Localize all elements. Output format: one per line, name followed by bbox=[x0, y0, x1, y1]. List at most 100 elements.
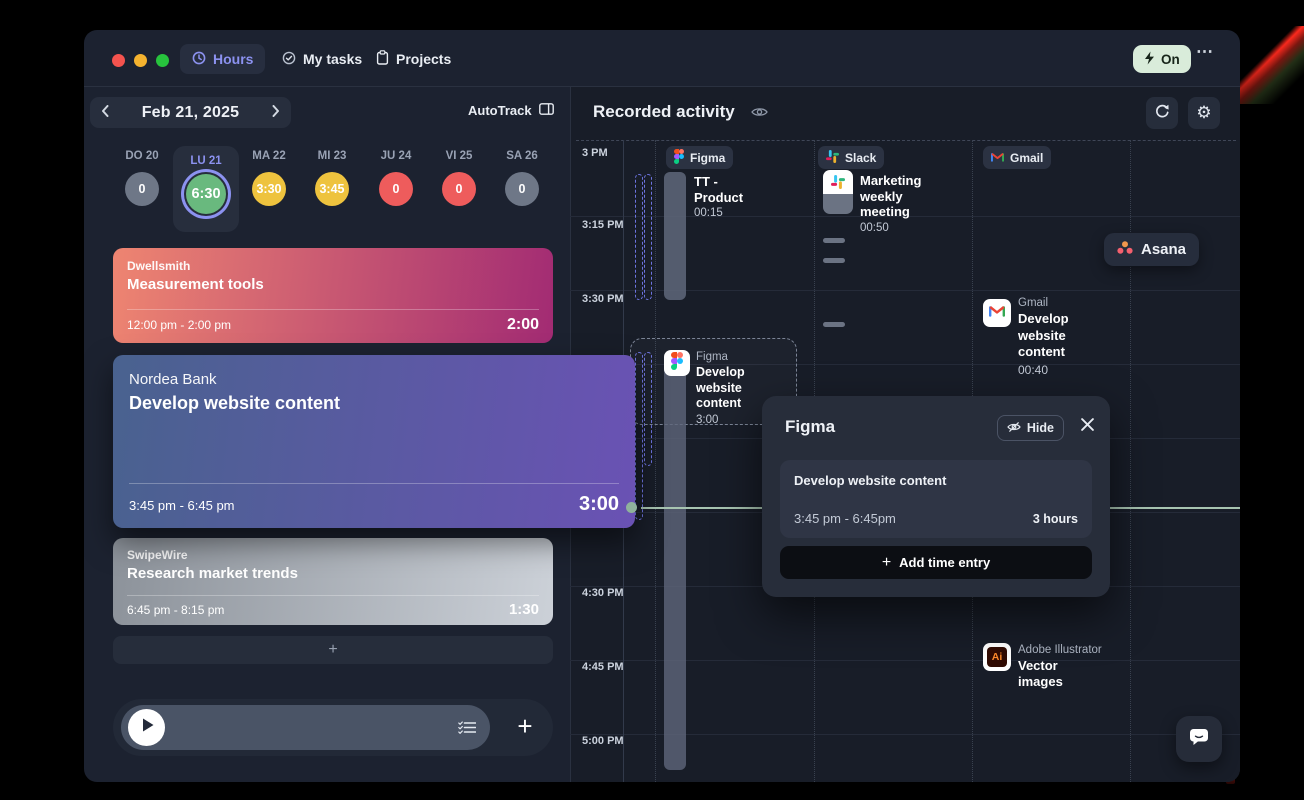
activity-bar-figma-2[interactable] bbox=[664, 352, 686, 770]
date-navigator[interactable]: Feb 21, 2025 bbox=[90, 97, 291, 128]
recorded-activity-title: Recorded activity bbox=[593, 102, 735, 122]
recorded-activity-tick bbox=[635, 174, 643, 300]
lightning-bolt-icon bbox=[1144, 51, 1155, 68]
zoom-window-button[interactable] bbox=[156, 54, 169, 67]
day-total-badge: 6:30 bbox=[186, 174, 226, 214]
autotrack-panel-toggle[interactable]: AutoTrack bbox=[468, 103, 554, 118]
chevron-left-icon[interactable] bbox=[101, 104, 109, 122]
activity-title: Develop website content bbox=[1018, 311, 1084, 361]
plus-icon: + bbox=[328, 641, 337, 659]
grid-column-line bbox=[655, 140, 656, 782]
tab-my-tasks[interactable]: My tasks bbox=[270, 44, 374, 74]
activity-popup: Figma Hide Develop website content 3:45 … bbox=[762, 396, 1110, 597]
activity-bar-figma-1[interactable] bbox=[664, 172, 686, 300]
activity-icon-figma[interactable] bbox=[664, 350, 690, 376]
time-label: 4:45 PM bbox=[582, 661, 634, 673]
activity-title: Develop website content bbox=[696, 365, 762, 412]
tab-my-tasks-label: My tasks bbox=[303, 51, 362, 67]
activity-icon-slack[interactable] bbox=[823, 170, 853, 214]
day-label: DO 20 bbox=[125, 150, 158, 162]
refresh-button[interactable] bbox=[1146, 97, 1178, 129]
plus-icon: + bbox=[882, 554, 891, 572]
task-list-icon[interactable] bbox=[458, 721, 476, 739]
entry-task: Research market trends bbox=[127, 565, 553, 582]
day-label: LU 21 bbox=[190, 155, 221, 167]
figma-icon bbox=[674, 149, 684, 167]
day-sat-26[interactable]: SA 260 bbox=[490, 150, 554, 206]
time-label: 4:30 PM bbox=[582, 587, 634, 599]
eye-off-icon bbox=[1007, 421, 1021, 436]
gmail-icon bbox=[989, 304, 1005, 322]
minimize-window-button[interactable] bbox=[134, 54, 147, 67]
entry-divider bbox=[127, 595, 539, 596]
activity-icon-gmail[interactable] bbox=[983, 299, 1011, 327]
entry-time-range: 12:00 pm - 2:00 pm bbox=[127, 318, 231, 332]
app-window: Hours My tasks Projects On ⋯ Feb 21, 202… bbox=[84, 30, 1240, 782]
day-mon-21[interactable]: LU 21 6:30 bbox=[173, 146, 239, 232]
activity-figma-develop[interactable]: Figma Develop website content 3:00 bbox=[696, 351, 762, 426]
entry-task: Develop website content bbox=[129, 393, 635, 414]
entry-divider bbox=[127, 309, 539, 310]
popup-time-range: 3:45 pm - 6:45pm bbox=[794, 511, 896, 526]
time-label: 3:15 PM bbox=[582, 219, 634, 231]
entry-duration: 2:00 bbox=[507, 316, 539, 334]
popup-title: Figma bbox=[785, 417, 835, 437]
tab-projects[interactable]: Projects bbox=[364, 44, 463, 74]
hide-app-button[interactable]: Hide bbox=[997, 415, 1064, 441]
app-chip-label: Figma bbox=[690, 151, 725, 165]
entry-divider bbox=[129, 483, 619, 484]
popup-entry-summary: Develop website content 3:45 pm - 6:45pm… bbox=[780, 460, 1092, 538]
add-time-entry-button[interactable]: + Add time entry bbox=[780, 546, 1092, 579]
day-label: JU 24 bbox=[381, 150, 412, 162]
day-tue-22[interactable]: MA 223:30 bbox=[237, 150, 301, 206]
adobe-illustrator-icon: Ai bbox=[987, 647, 1007, 667]
day-thu-20[interactable]: DO 200 bbox=[110, 150, 174, 206]
activity-slack-meeting[interactable]: Marketing weekly meeting 00:50 bbox=[860, 173, 946, 234]
entry-client: SwipeWire bbox=[127, 548, 553, 562]
chat-support-button[interactable] bbox=[1176, 716, 1222, 762]
app-chip-asana[interactable]: Asana bbox=[1104, 233, 1199, 266]
timer-input[interactable] bbox=[121, 705, 490, 750]
time-entry-card-swipewire[interactable]: SwipeWire Research market trends 6:45 pm… bbox=[113, 538, 553, 625]
activity-icon-illustrator[interactable]: Ai bbox=[983, 643, 1011, 671]
activity-title: Vector images bbox=[1018, 658, 1078, 689]
day-fri-25[interactable]: VI 250 bbox=[427, 150, 491, 206]
more-menu-button[interactable]: ⋯ bbox=[1196, 42, 1214, 62]
time-entry-card-nordea[interactable]: Nordea Bank Develop website content 3:45… bbox=[113, 355, 635, 528]
grid-top-dashed-line bbox=[576, 140, 1236, 141]
entry-client: Nordea Bank bbox=[129, 371, 635, 388]
day-thu-24[interactable]: JU 24 0 bbox=[364, 150, 428, 206]
eye-icon[interactable] bbox=[751, 105, 768, 123]
settings-button[interactable]: ⚙ bbox=[1188, 97, 1220, 129]
day-wed-23[interactable]: MI 233:45 bbox=[300, 150, 364, 206]
app-chip-slack[interactable]: Slack bbox=[818, 146, 884, 169]
activity-app-label: Gmail bbox=[1018, 297, 1084, 309]
time-label: 5:00 PM bbox=[582, 735, 634, 747]
day-total-badge: 0 bbox=[505, 172, 539, 206]
add-entry-button[interactable]: + bbox=[113, 636, 553, 664]
app-chip-gmail[interactable]: Gmail bbox=[983, 146, 1051, 169]
chevron-right-icon[interactable] bbox=[272, 104, 280, 122]
timeline-marker-dot[interactable] bbox=[626, 502, 637, 513]
start-timer-button[interactable] bbox=[128, 709, 165, 746]
refresh-icon bbox=[1154, 103, 1170, 124]
new-timer-button[interactable]: + bbox=[509, 712, 541, 742]
gmail-icon bbox=[991, 151, 1004, 165]
figma-icon bbox=[671, 352, 683, 375]
slack-activity-tick bbox=[823, 258, 845, 263]
app-chip-figma[interactable]: Figma bbox=[666, 146, 733, 169]
day-total-badge: 0 bbox=[379, 172, 413, 206]
activity-gmail-develop[interactable]: Gmail Develop website content 00:40 bbox=[1018, 297, 1084, 377]
close-window-button[interactable] bbox=[112, 54, 125, 67]
autotrack-on-toggle[interactable]: On bbox=[1133, 45, 1191, 73]
close-icon[interactable] bbox=[1081, 418, 1094, 436]
tab-hours[interactable]: Hours bbox=[180, 44, 265, 74]
activity-duration: 3:00 bbox=[696, 414, 762, 426]
hide-label: Hide bbox=[1027, 421, 1054, 435]
tab-projects-label: Projects bbox=[396, 51, 451, 67]
clipboard-icon bbox=[376, 50, 389, 68]
activity-illustrator-vector[interactable]: Adobe Illustrator Vector images bbox=[1018, 644, 1138, 689]
autotrack-label: AutoTrack bbox=[468, 103, 532, 118]
time-entry-card-dwellsmith[interactable]: Dwellsmith Measurement tools 12:00 pm - … bbox=[113, 248, 553, 343]
activity-figma-tt-product[interactable]: TT - Product 00:15 bbox=[694, 174, 766, 219]
